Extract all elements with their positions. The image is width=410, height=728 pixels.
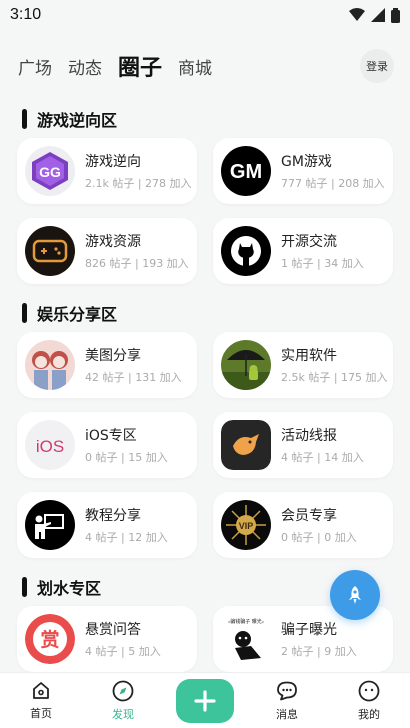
card-name: 悬赏问答 — [85, 621, 141, 638]
gamepad-icon — [25, 226, 75, 276]
wifi-icon — [349, 8, 365, 21]
anime-girls-icon — [25, 340, 75, 390]
circle-card[interactable]: GM GM游戏 777 帖子 | 208 加入 — [213, 138, 393, 204]
section-marker — [22, 109, 27, 129]
circle-card[interactable]: 教程分享 4 帖子 | 12 加入 — [17, 492, 197, 558]
app-screen: 3:10 广场 动态 圈子 商城 登录 游戏逆向区 GG 游戏逆向 2.1k 帖… — [0, 0, 410, 728]
plus-icon — [194, 689, 216, 712]
nav-mine[interactable]: 我的 — [328, 673, 410, 728]
tab-store[interactable]: 商城 — [178, 54, 212, 79]
svg-text:GG: GG — [39, 164, 61, 180]
card-stats: 1 帖子 | 34 加入 — [281, 256, 364, 270]
bottom-nav: 首页 发现 消息 我的 — [0, 672, 410, 728]
bird-icon — [221, 420, 271, 470]
card-name: 美图分享 — [85, 347, 141, 364]
card-grid: GG 游戏逆向 2.1k 帖子 | 278 加入 GM GM游戏 777 帖子 … — [0, 138, 410, 284]
card-stats: 2.1k 帖子 | 278 加入 — [85, 176, 192, 190]
card-name: iOS专区 — [85, 427, 137, 444]
gameguardian-icon: GG — [25, 146, 75, 196]
home-icon — [33, 681, 49, 699]
nav-add[interactable] — [164, 673, 246, 728]
card-name: 教程分享 — [85, 507, 141, 524]
card-name: 活动线报 — [281, 427, 337, 444]
card-name: 实用软件 — [281, 347, 337, 364]
card-stats: 777 帖子 | 208 加入 — [281, 176, 385, 190]
circle-card[interactable]: GG 游戏逆向 2.1k 帖子 | 278 加入 — [17, 138, 197, 204]
circle-card[interactable]: 赏 悬赏问答 4 帖子 | 5 加入 — [17, 606, 197, 672]
section-header: 游戏逆向区 — [0, 100, 410, 138]
ios-icon: iOS — [25, 420, 75, 470]
circle-card[interactable]: VIP 会员专享 0 帖子 | 0 加入 — [213, 492, 393, 558]
card-stats: 2.5k 帖子 | 175 加入 — [281, 370, 388, 384]
card-name: 游戏资源 — [85, 233, 141, 250]
section-title: 划水专区 — [37, 579, 102, 598]
svg-text:VIP: VIP — [239, 521, 254, 531]
svg-text:《骗钱骗子 曝光》: 《骗钱骗子 曝光》 — [225, 618, 267, 625]
nav-label: 发现 — [112, 707, 134, 721]
card-stats: 42 帖子 | 131 加入 — [85, 370, 182, 384]
tab-circles[interactable]: 圈子 — [118, 50, 162, 82]
reward-icon: 赏 — [25, 614, 75, 664]
github-icon — [221, 226, 271, 276]
login-button[interactable]: 登录 — [360, 49, 394, 83]
nav-label: 我的 — [358, 707, 380, 721]
card-stats: 4 帖子 | 5 加入 — [85, 644, 161, 658]
vip-badge-icon: VIP — [221, 500, 271, 550]
section-title: 娱乐分享区 — [37, 305, 118, 324]
circle-card[interactable]: 实用软件 2.5k 帖子 | 175 加入 — [213, 332, 393, 398]
chat-bubble-icon — [277, 681, 297, 700]
gm-logo-icon: GM — [221, 146, 271, 196]
add-post-button[interactable] — [176, 678, 234, 723]
tab-feed[interactable]: 动态 — [68, 54, 102, 79]
section-marker — [22, 577, 27, 597]
card-name: 开源交流 — [281, 233, 337, 250]
battery-icon — [391, 7, 400, 23]
top-nav: 广场 动态 圈子 商城 登录 — [0, 46, 410, 86]
circle-card[interactable]: 美图分享 42 帖子 | 131 加入 — [17, 332, 197, 398]
status-icons — [349, 7, 400, 23]
tab-plaza[interactable]: 广场 — [18, 54, 52, 79]
nav-discover[interactable]: 发现 — [82, 673, 164, 728]
nav-messages[interactable]: 消息 — [246, 673, 328, 728]
circle-card[interactable]: 开源交流 1 帖子 | 34 加入 — [213, 218, 393, 284]
svg-text:赏: 赏 — [40, 628, 59, 651]
nav-home[interactable]: 首页 — [0, 673, 82, 728]
compass-icon — [112, 680, 134, 701]
card-grid: 美图分享 42 帖子 | 131 加入 实用软件 2.5k 帖子 | 175 加… — [0, 332, 410, 558]
section-header: 娱乐分享区 — [0, 294, 410, 332]
status-bar: 3:10 — [0, 0, 410, 30]
card-stats: 4 帖子 | 12 加入 — [85, 530, 168, 544]
teacher-icon — [25, 500, 75, 550]
card-name: 会员专享 — [281, 507, 337, 524]
card-name: 游戏逆向 — [85, 153, 141, 170]
card-name: 骗子曝光 — [281, 621, 337, 638]
back-to-top-button[interactable] — [330, 570, 380, 620]
status-time: 3:10 — [10, 6, 42, 23]
circle-card[interactable]: 活动线报 4 帖子 | 14 加入 — [213, 412, 393, 478]
card-stats: 2 帖子 | 9 加入 — [281, 644, 357, 658]
card-stats: 0 帖子 | 0 加入 — [281, 530, 357, 544]
card-stats: 4 帖子 | 14 加入 — [281, 450, 364, 464]
svg-text:iOS: iOS — [36, 437, 64, 456]
card-stats: 826 帖子 | 193 加入 — [85, 256, 189, 270]
meme-icon: 《骗钱骗子 曝光》 — [221, 614, 271, 664]
circle-card[interactable]: iOS iOS专区 0 帖子 | 15 加入 — [17, 412, 197, 478]
android-umbrella-icon — [221, 340, 271, 390]
section-marker — [22, 303, 27, 323]
signal-icon — [371, 8, 385, 22]
card-name: GM游戏 — [281, 153, 332, 170]
rocket-icon — [349, 586, 361, 604]
svg-text:GM: GM — [230, 161, 262, 183]
circle-card[interactable]: 游戏资源 826 帖子 | 193 加入 — [17, 218, 197, 284]
card-stats: 0 帖子 | 15 加入 — [85, 450, 168, 464]
section-title: 游戏逆向区 — [37, 111, 118, 130]
nav-label: 首页 — [30, 706, 52, 720]
profile-face-icon — [358, 680, 380, 701]
nav-label: 消息 — [276, 707, 298, 721]
